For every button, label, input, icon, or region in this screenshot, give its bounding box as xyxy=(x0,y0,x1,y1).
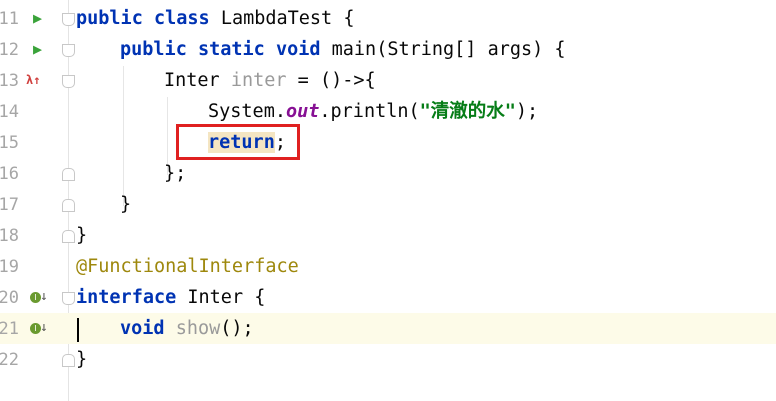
code-line-22[interactable]: 22 } xyxy=(0,344,776,375)
line-number: 14 xyxy=(0,102,19,122)
code-line-14[interactable]: 14 System.out.println("清澈的水"); xyxy=(0,96,776,127)
line-number: 18 xyxy=(0,226,19,246)
code-text: public class LambdaTest { xyxy=(76,8,355,29)
red-annotation-box xyxy=(176,124,300,160)
implemented-icon[interactable]: I ↓ xyxy=(30,289,48,305)
fold-icon[interactable] xyxy=(62,75,75,88)
fold-icon[interactable] xyxy=(62,44,75,57)
code-text: } xyxy=(76,349,88,370)
implemented-icon[interactable]: I ↓ xyxy=(30,320,48,336)
code-text: void show(); xyxy=(120,318,254,339)
line-number: 20 xyxy=(0,288,19,308)
text-caret xyxy=(77,318,79,342)
fold-icon[interactable] xyxy=(62,199,75,212)
code-line-17[interactable]: 17 } xyxy=(0,189,776,220)
lambda-icon[interactable]: λ↑ xyxy=(26,72,40,88)
code-text: @FunctionalInterface xyxy=(76,256,299,277)
code-line-19[interactable]: 19 @FunctionalInterface xyxy=(0,251,776,282)
code-line-18[interactable]: 18 } xyxy=(0,220,776,251)
code-text: } xyxy=(76,225,88,246)
code-line-21[interactable]: 21 I ↓ void show(); xyxy=(0,313,776,344)
line-number: 17 xyxy=(0,195,19,215)
fold-icon[interactable] xyxy=(62,354,75,367)
line-number: 21 xyxy=(0,319,19,339)
code-line-15[interactable]: 15 return; xyxy=(0,127,776,158)
fold-icon[interactable] xyxy=(62,13,75,26)
line-number: 13 xyxy=(0,71,19,91)
fold-icon[interactable] xyxy=(62,292,75,305)
code-text: Inter inter = ()->{ xyxy=(164,70,376,91)
line-number: 19 xyxy=(0,257,19,277)
line-number: 16 xyxy=(0,164,19,184)
code-text: }; xyxy=(164,163,187,184)
code-text: interface Inter { xyxy=(76,287,266,308)
code-text: System.out.println("清澈的水"); xyxy=(208,101,539,122)
line-number: 11 xyxy=(0,9,19,29)
line-number: 22 xyxy=(0,350,19,370)
code-line-13[interactable]: 13 λ↑ Inter inter = ()->{ xyxy=(0,65,776,96)
fold-icon[interactable] xyxy=(62,230,75,243)
code-line-11[interactable]: 11 ▶ public class LambdaTest { xyxy=(0,3,776,34)
code-line-16[interactable]: 16 }; xyxy=(0,158,776,189)
code-line-20[interactable]: 20 I ↓ interface Inter { xyxy=(0,282,776,313)
code-line-12[interactable]: 12 ▶ public static void main(String[] ar… xyxy=(0,34,776,65)
fold-icon[interactable] xyxy=(62,168,75,181)
line-number: 12 xyxy=(0,40,19,60)
code-text: } xyxy=(120,194,132,215)
code-text: public static void main(String[] args) { xyxy=(120,39,566,60)
line-number: 15 xyxy=(0,133,19,153)
run-icon[interactable]: ▶ xyxy=(33,10,42,26)
run-icon[interactable]: ▶ xyxy=(33,41,42,57)
